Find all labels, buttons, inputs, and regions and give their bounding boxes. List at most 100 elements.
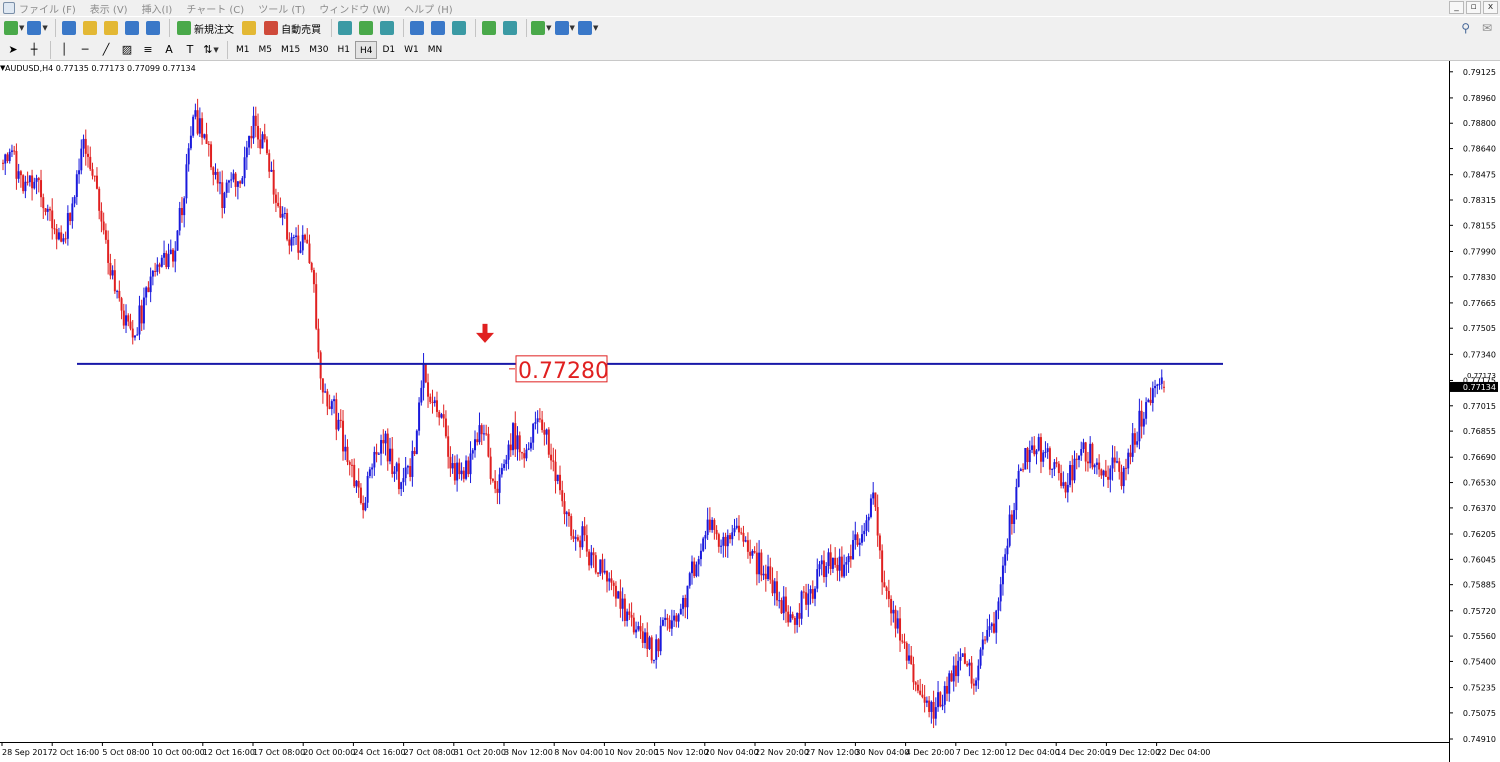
candle-body bbox=[588, 551, 591, 566]
new-order-button[interactable]: 新規注文 bbox=[174, 19, 237, 37]
tf-mn[interactable]: MN bbox=[424, 41, 447, 59]
menu-tools[interactable]: ツール (T) bbox=[258, 1, 305, 16]
candle-body bbox=[793, 617, 796, 625]
candle-body bbox=[925, 700, 928, 703]
candle-body bbox=[487, 433, 490, 457]
candle-body bbox=[270, 169, 273, 172]
zoom-out-button[interactable] bbox=[429, 19, 447, 37]
profiles-button[interactable]: ▼ bbox=[27, 19, 48, 37]
zoom-in-button[interactable] bbox=[408, 19, 426, 37]
templates-button[interactable]: ▼ bbox=[577, 19, 598, 37]
menu-window[interactable]: ウィンドウ (W) bbox=[319, 1, 390, 16]
candle-body bbox=[136, 334, 139, 336]
periods-button[interactable]: ▼ bbox=[554, 19, 575, 37]
menu-chart[interactable]: チャート (C) bbox=[186, 1, 244, 16]
tf-h4[interactable]: H4 bbox=[354, 40, 378, 59]
line-chart-button[interactable] bbox=[378, 19, 396, 37]
tf-m15[interactable]: M15 bbox=[277, 41, 304, 59]
candle-body bbox=[444, 418, 447, 437]
candle-body bbox=[317, 328, 320, 353]
data-window-button[interactable] bbox=[102, 19, 120, 37]
templates-icon bbox=[577, 21, 592, 35]
candle-body bbox=[706, 519, 709, 535]
chart-shift-button[interactable] bbox=[501, 19, 519, 37]
chart-canvas[interactable]: 0.77280 0.79125 0.78960 0.78800 0.78640 0.78… bbox=[0, 61, 1500, 762]
tf-w1[interactable]: W1 bbox=[400, 41, 423, 59]
candle-body bbox=[476, 439, 479, 443]
candle-body bbox=[1104, 470, 1107, 477]
chat-icon[interactable]: ✉ bbox=[1482, 21, 1492, 35]
candle-body bbox=[149, 276, 152, 293]
auto-scroll-button[interactable] bbox=[480, 19, 498, 37]
tf-h1[interactable]: H1 bbox=[333, 41, 354, 59]
price-chart[interactable]: 0.77280 0.79125 0.78960 0.78800 0.78640 0.78… bbox=[0, 61, 1500, 762]
candle-body bbox=[395, 463, 398, 472]
crosshair-button[interactable]: ┼ bbox=[25, 41, 43, 59]
tf-m1[interactable]: M1 bbox=[232, 41, 254, 59]
candle-body bbox=[400, 482, 403, 490]
tf-m30[interactable]: M30 bbox=[305, 41, 332, 59]
price-axis-label: 0.76855 bbox=[1463, 427, 1496, 436]
navigator-button[interactable] bbox=[81, 19, 99, 37]
arrows-button[interactable]: ⇅ ▼ bbox=[202, 41, 220, 59]
text-tool-button[interactable]: A bbox=[160, 41, 178, 59]
new-chart-button[interactable]: ▼ bbox=[4, 19, 24, 37]
menu-file[interactable]: ファイル (F) bbox=[19, 1, 76, 16]
terminal-button[interactable] bbox=[123, 19, 141, 37]
market-watch-button[interactable] bbox=[60, 19, 78, 37]
candle-body bbox=[176, 230, 179, 251]
candle-body bbox=[1107, 476, 1110, 480]
candle-body bbox=[592, 552, 595, 556]
candle-body bbox=[742, 532, 745, 542]
candle-body bbox=[1035, 450, 1038, 455]
tf-d1[interactable]: D1 bbox=[378, 41, 399, 59]
menu-insert[interactable]: 挿入(I) bbox=[142, 1, 173, 16]
candle-body bbox=[344, 446, 347, 452]
candle-body bbox=[910, 655, 913, 665]
search-icon[interactable]: ⚲ bbox=[1461, 21, 1470, 35]
restore-button[interactable]: ▫ bbox=[1466, 1, 1481, 14]
candlestick-button[interactable] bbox=[357, 19, 375, 37]
fibonacci-button[interactable]: ≡ bbox=[139, 41, 157, 59]
metaeditor-button[interactable] bbox=[240, 19, 258, 37]
candle-body bbox=[995, 610, 998, 633]
menu-help[interactable]: ヘルプ (H) bbox=[404, 1, 453, 16]
candle-body bbox=[467, 460, 470, 475]
candle-body bbox=[373, 451, 376, 468]
auto-trading-button[interactable]: 自動売買 bbox=[261, 19, 324, 37]
clock-icon bbox=[554, 21, 569, 35]
bar-chart-button[interactable] bbox=[336, 19, 354, 37]
candle-body bbox=[981, 639, 984, 650]
toolbar-divider bbox=[50, 40, 51, 59]
horizontal-line-button[interactable]: ─ bbox=[76, 41, 94, 59]
candle-body bbox=[869, 498, 872, 517]
strategy-tester-button[interactable] bbox=[144, 19, 162, 37]
candle-body bbox=[133, 335, 136, 338]
candle-body bbox=[802, 591, 805, 593]
close-button[interactable]: x bbox=[1483, 1, 1498, 14]
menu-view[interactable]: 表示 (V) bbox=[90, 1, 128, 16]
candle-body bbox=[525, 449, 528, 459]
candle-body bbox=[1142, 418, 1145, 427]
candle-body bbox=[796, 612, 799, 625]
text-label-button[interactable]: T bbox=[181, 41, 199, 59]
candle-body bbox=[225, 182, 228, 193]
candle-body bbox=[1156, 384, 1159, 386]
candle-body bbox=[541, 419, 544, 431]
minimize-button[interactable]: _ bbox=[1449, 1, 1464, 14]
trendline-button[interactable]: ╱ bbox=[97, 41, 115, 59]
vertical-line-button[interactable]: │ bbox=[55, 41, 73, 59]
channel-button[interactable]: ▨ bbox=[118, 41, 136, 59]
candle-body bbox=[440, 414, 443, 418]
candle-body bbox=[165, 253, 168, 268]
candle-body bbox=[883, 582, 886, 588]
candle-body bbox=[95, 175, 98, 189]
tf-m5[interactable]: M5 bbox=[255, 41, 277, 59]
tile-windows-button[interactable] bbox=[450, 19, 468, 37]
candle-body bbox=[194, 110, 197, 117]
cursor-button[interactable]: ➤ bbox=[4, 41, 22, 59]
indicators-button[interactable]: ▼ bbox=[531, 19, 552, 37]
candle-body bbox=[259, 139, 262, 149]
time-axis-label: 22 Dec 04:00 bbox=[1157, 748, 1211, 757]
candle-body bbox=[1133, 433, 1136, 445]
